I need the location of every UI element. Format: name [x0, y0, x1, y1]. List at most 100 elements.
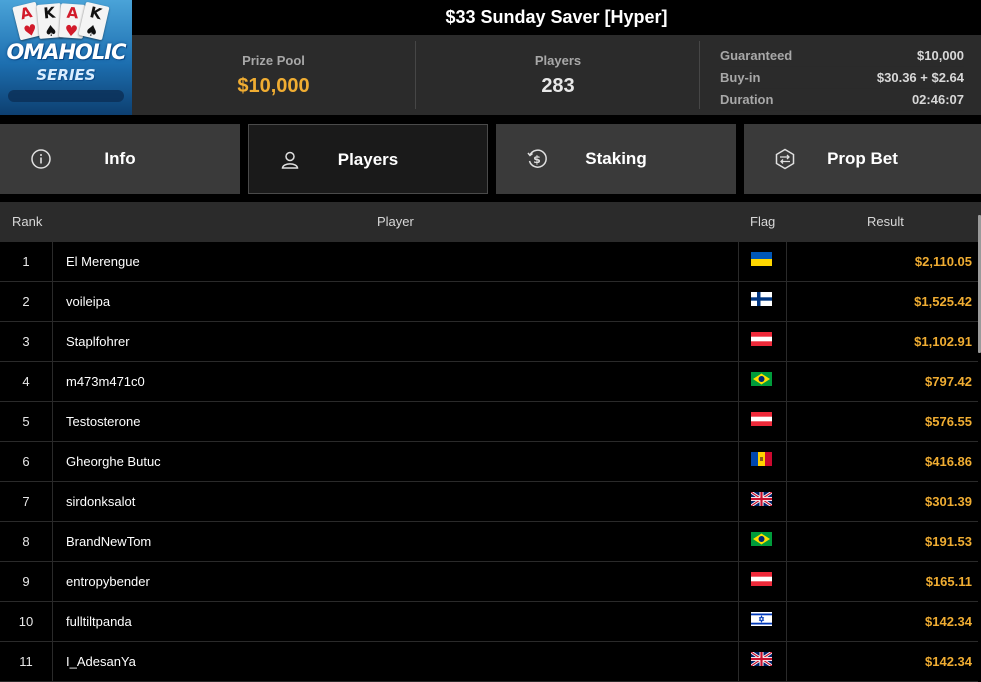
- flag-cell: [738, 602, 787, 641]
- flag-cell: [738, 242, 787, 281]
- player-name[interactable]: BrandNewTom: [66, 522, 151, 562]
- finland-flag-icon: [751, 292, 772, 306]
- rank-cell: 5: [0, 402, 53, 441]
- flag-cell: [738, 322, 787, 361]
- brazil-flag-icon: [751, 532, 772, 546]
- player-name[interactable]: Testosterone: [66, 402, 140, 442]
- logo-plate: [8, 90, 124, 102]
- rank-cell: 7: [0, 482, 53, 521]
- rank-cell: 11: [0, 642, 53, 681]
- duration-value: 02:46:07: [911, 92, 964, 107]
- tab-players[interactable]: Players: [248, 124, 488, 194]
- rank-cell: 2: [0, 282, 53, 321]
- table-row[interactable]: 2 voileipa $1,525.42: [0, 282, 978, 322]
- austria-flag-icon: [751, 572, 772, 586]
- player-name[interactable]: El Merengue: [66, 242, 140, 282]
- table-row[interactable]: 7 sirdonksalot $301.39: [0, 482, 978, 522]
- result-value: $301.39: [925, 494, 972, 509]
- table-row[interactable]: 9 entropybender $165.11: [0, 562, 978, 602]
- player-name[interactable]: I_AdesanYa: [66, 642, 136, 682]
- column-header-rank[interactable]: Rank: [12, 202, 42, 242]
- guaranteed-label: Guaranteed: [720, 48, 793, 63]
- players-value: 283: [541, 75, 575, 97]
- result-value: $191.53: [925, 534, 972, 549]
- ukraine-flag-icon: [751, 252, 772, 266]
- tab-info-label: Info: [104, 149, 136, 168]
- prize-pool-stat: Prize Pool $10,000: [132, 35, 415, 115]
- flag-cell: [738, 442, 787, 481]
- prize-pool-value: $10,000: [237, 75, 310, 97]
- rank-cell: 10: [0, 602, 53, 641]
- result-value: $576.55: [925, 414, 972, 429]
- players-label: Players: [534, 53, 582, 68]
- united-kingdom-flag-icon: [751, 492, 772, 506]
- result-value: $416.86: [925, 454, 972, 469]
- israel-flag-icon: [751, 612, 772, 626]
- tab-staking-label: Staking: [585, 149, 647, 168]
- player-name[interactable]: fulltiltpanda: [66, 602, 132, 642]
- flag-cell: [738, 562, 787, 601]
- column-header-flag[interactable]: Flag: [750, 202, 775, 242]
- tournament-meta: Guaranteed $10,000 Buy-in $30.36 + $2.64 D…: [720, 45, 964, 111]
- result-value: $142.34: [925, 614, 972, 629]
- result-value: $1,525.42: [914, 294, 972, 309]
- player-name[interactable]: voileipa: [66, 282, 110, 322]
- result-value: $142.34: [925, 654, 972, 669]
- rank-cell: 1: [0, 242, 53, 281]
- duration-label: Duration: [720, 92, 774, 107]
- rank-cell: 3: [0, 322, 53, 361]
- tab-prop-bet-label: Prop Bet: [827, 149, 898, 168]
- player-name[interactable]: entropybender: [66, 562, 150, 602]
- result-value: $797.42: [925, 374, 972, 389]
- united-kingdom-flag-icon: [751, 652, 772, 666]
- player-name[interactable]: Gheorghe Butuc: [66, 442, 161, 482]
- tab-prop-bet[interactable]: Prop Bet: [744, 124, 981, 194]
- logo-omaholic-text: OMAHOLIC: [6, 40, 126, 64]
- table-row[interactable]: 3 Staplfohrer $1,102.91: [0, 322, 978, 362]
- tab-info[interactable]: Info: [0, 124, 240, 194]
- moldova-flag-icon: [751, 452, 772, 466]
- players-stat: Players 283: [416, 35, 700, 115]
- player-name[interactable]: Staplfohrer: [66, 322, 130, 362]
- player-name[interactable]: sirdonksalot: [66, 482, 135, 522]
- tournament-title: $33 Sunday Saver [Hyper]: [445, 7, 668, 27]
- table-row[interactable]: 10 fulltiltpanda $142.34: [0, 602, 978, 642]
- buyin-label: Buy-in: [720, 70, 761, 85]
- tab-players-label: Players: [337, 150, 399, 169]
- flag-cell: [738, 282, 787, 321]
- tournament-stats-panel: Prize Pool $10,000 Players 283 Guarantee…: [132, 35, 981, 115]
- divider: [699, 41, 700, 109]
- buyin-value: $30.36 + $2.64: [876, 70, 964, 85]
- table-row[interactable]: 8 BrandNewTom $191.53: [0, 522, 978, 562]
- table-row[interactable]: 1 El Merengue $2,110.05: [0, 242, 978, 282]
- rank-cell: 6: [0, 442, 53, 481]
- guaranteed-value: $10,000: [917, 48, 964, 63]
- results-table-header: Rank Player Flag Result: [0, 202, 981, 242]
- column-header-result[interactable]: Result: [867, 202, 904, 242]
- flag-cell: [738, 642, 787, 681]
- table-row[interactable]: 4 m473m471c0 $797.42: [0, 362, 978, 402]
- table-row[interactable]: 11 I_AdesanYa $142.34: [0, 642, 978, 682]
- result-value: $2,110.05: [914, 254, 972, 269]
- player-name[interactable]: m473m471c0: [66, 362, 145, 402]
- flag-cell: [738, 522, 787, 561]
- logo-series-text: SERIES: [36, 66, 96, 84]
- result-value: $165.11: [925, 574, 972, 589]
- rank-cell: 8: [0, 522, 53, 561]
- flag-cell: [738, 362, 787, 401]
- prize-pool-label: Prize Pool: [242, 53, 305, 68]
- table-row[interactable]: 5 Testosterone $576.55: [0, 402, 978, 442]
- flag-cell: [738, 482, 787, 521]
- results-table-body: 1 El Merengue $2,110.05 2 voileipa $1,525.42 3…: [0, 242, 978, 682]
- austria-flag-icon: [751, 332, 772, 346]
- flag-cell: [738, 402, 787, 441]
- omaholic-series-logo: A ♥ K ♠ A ♥ K ♠ OMAHOLIC SERIES: [0, 0, 132, 115]
- result-value: $1,102.91: [914, 334, 972, 349]
- austria-flag-icon: [751, 412, 772, 426]
- table-row[interactable]: 6 Gheorghe Butuc $416.86: [0, 442, 978, 482]
- rank-cell: 9: [0, 562, 53, 601]
- column-header-player[interactable]: Player: [377, 202, 414, 242]
- tab-staking[interactable]: $ Staking: [496, 124, 736, 194]
- rank-cell: 4: [0, 362, 53, 401]
- brazil-flag-icon: [751, 372, 772, 386]
